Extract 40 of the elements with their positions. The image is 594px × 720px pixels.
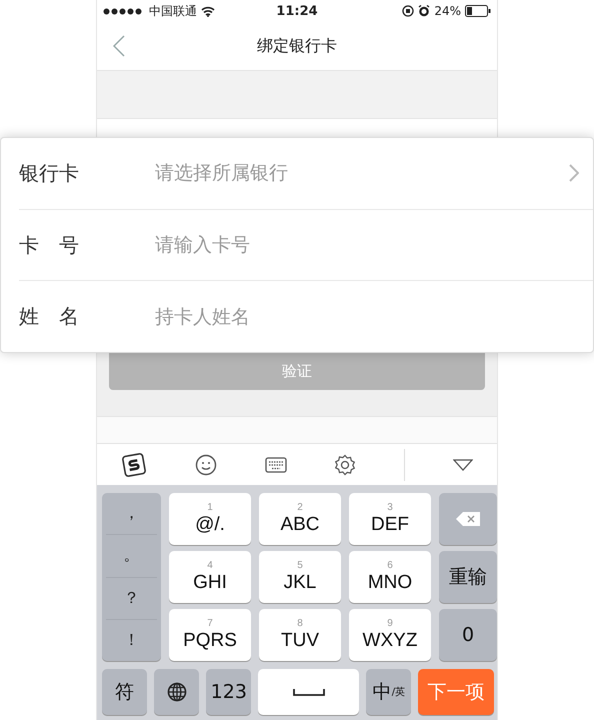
clock-time: 11:24 [276,4,318,18]
keyboard-icon[interactable] [264,456,287,472]
battery-percent: 24% [434,4,461,18]
symbol-key[interactable]: ， [106,493,157,536]
battery-icon [464,5,491,17]
keypad-key[interactable]: 4 GHI [169,551,251,603]
keypad-key[interactable]: 8 TUV [259,609,341,661]
input-field[interactable]: 请选择所属银行 [155,162,569,184]
keyboard-key[interactable]: 0 [439,609,497,661]
backspace-icon [455,511,481,527]
field-label: 卡 号 [19,232,80,258]
symbol-key[interactable]: ！ [106,620,157,661]
globe-key[interactable] [154,669,200,715]
keyboard-key[interactable]: 符 [102,669,148,715]
field-label: 姓 名 [19,303,80,330]
keyboard-key[interactable]: 123 [206,669,252,715]
input-field[interactable]: 请输入卡号 [155,234,593,256]
alarm-icon [418,5,430,17]
rotation-lock-icon [402,5,414,17]
space-icon [292,688,325,696]
collapse-icon[interactable] [453,458,474,470]
field-label: 银行卡 [19,160,80,187]
keypad-key[interactable]: 5 JKL [259,551,341,603]
keypad-key[interactable]: 9 WXYZ [349,609,431,661]
wifi-icon [201,6,215,16]
input-field[interactable]: 持卡人姓名 [155,306,593,328]
page-title: 绑定银行卡 [257,36,337,56]
keypad-key[interactable]: 3 DEF [349,493,431,545]
globe-icon [166,682,187,702]
keypad-key[interactable]: 2 ABC [259,493,341,545]
smiley-icon[interactable] [194,454,217,476]
carrier-name: 中国联通 [149,2,197,20]
keypad-key[interactable]: 1 @/. [169,493,251,545]
symbol-key[interactable]: ？ [106,578,157,620]
s-logo-icon[interactable] [120,452,147,478]
keyboard-key[interactable]: 重输 [439,551,497,603]
settings-icon[interactable] [334,454,356,476]
symbol-key[interactable]: 。 [106,535,157,578]
keypad-key[interactable]: 6 MNO [349,551,431,603]
keypad-key[interactable]: 7 PQRS [169,609,251,661]
